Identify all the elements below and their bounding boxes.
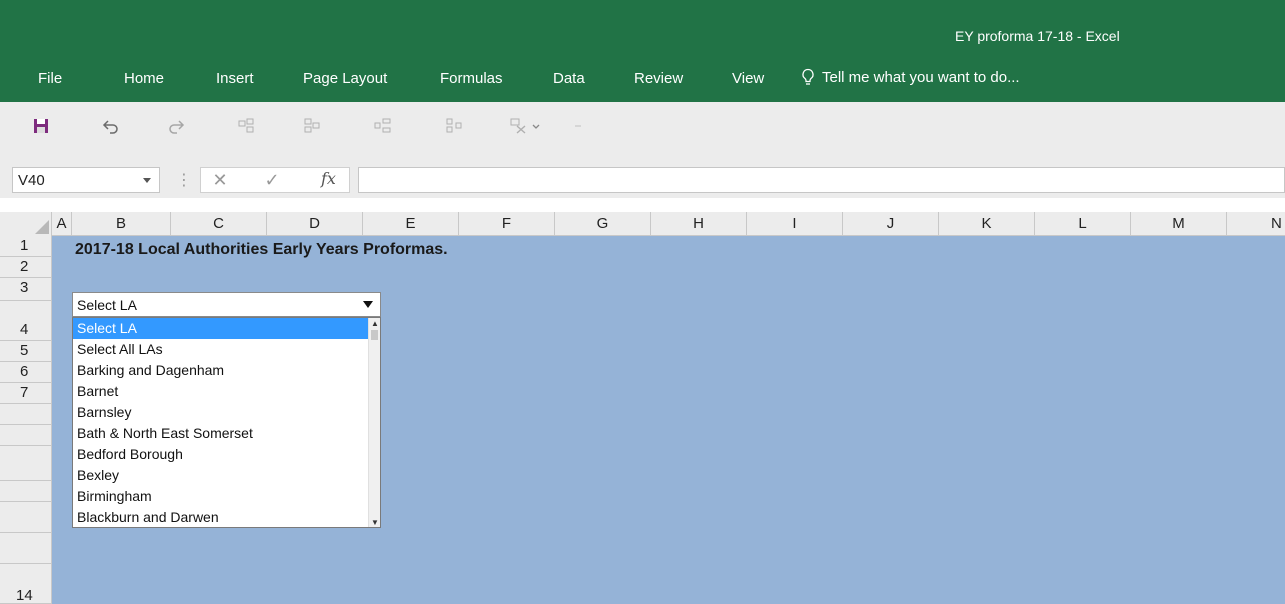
column-header-k[interactable]: K [939, 212, 1035, 236]
list-scrollbar[interactable]: ▲ ▼ [368, 318, 380, 527]
column-header-e[interactable]: E [363, 212, 459, 236]
row-number: 2 [20, 258, 29, 275]
name-box-value: V40 [18, 172, 45, 189]
formula-input[interactable] [358, 167, 1285, 193]
list-item[interactable]: Bexley [73, 465, 369, 486]
quick-access-toolbar [0, 102, 1285, 150]
check-icon[interactable]: ✓ [259, 169, 285, 191]
tab-review[interactable]: Review [634, 70, 683, 87]
formula-buttons: ✕ ✓ fx [200, 167, 350, 193]
list-item[interactable]: Barnet [73, 381, 369, 402]
tab-view[interactable]: View [732, 70, 764, 87]
column-header-h[interactable]: H [651, 212, 747, 236]
select-all-corner[interactable] [0, 212, 52, 236]
row-header-7[interactable]: 7 [0, 383, 52, 404]
combobox-dropdown-button[interactable] [356, 293, 380, 316]
scroll-down-icon[interactable]: ▼ [370, 517, 380, 527]
column-header-n[interactable]: N [1227, 212, 1285, 236]
row-number: 1 [20, 237, 29, 254]
row-header-3[interactable]: 3 [0, 278, 52, 301]
ribbon-tabs: File Home Insert Page Layout Formulas Da… [0, 60, 1285, 102]
row-header-14[interactable]: 14 [0, 564, 52, 604]
insert-rows-icon[interactable] [372, 116, 394, 136]
sheet-title: 2017-18 Local Authorities Early Years Pr… [75, 241, 448, 258]
column-header-n-label: N [1271, 215, 1282, 232]
customize-qat-icon[interactable] [570, 116, 586, 136]
column-header-b[interactable]: B [72, 212, 171, 236]
delete-cells-icon[interactable] [302, 116, 324, 136]
tab-page-layout[interactable]: Page Layout [303, 70, 387, 87]
clear-icon[interactable] [508, 116, 544, 136]
list-item[interactable]: Birmingham [73, 486, 369, 507]
cancel-icon[interactable]: ✕ [207, 169, 233, 191]
list-item[interactable]: Barnsley [73, 402, 369, 423]
tab-file[interactable]: File [38, 70, 62, 87]
save-icon[interactable] [30, 116, 52, 136]
row-header-6[interactable]: 6 [0, 362, 52, 383]
row-header-13[interactable]: 13 [0, 533, 52, 578]
column-header-j[interactable]: J [843, 212, 939, 236]
scroll-thumb[interactable] [371, 330, 378, 340]
column-header-a[interactable]: A [52, 212, 72, 236]
list-item[interactable]: Select LA [73, 318, 369, 339]
tab-insert[interactable]: Insert [216, 70, 254, 87]
insert-function-icon[interactable]: fx [321, 169, 336, 188]
list-item[interactable]: Select All LAs [73, 339, 369, 360]
row-number: 14 [16, 587, 33, 604]
insert-cells-icon[interactable] [236, 116, 258, 136]
row-header-9[interactable]: 9 [0, 425, 52, 463]
row-number: 3 [20, 279, 29, 296]
row-number: 7 [20, 384, 29, 401]
row-number: 4 [20, 321, 29, 338]
tab-home[interactable]: Home [124, 70, 164, 87]
la-options-list[interactable]: Select LA Select All LAs Barking and Dag… [72, 317, 381, 528]
column-header-g[interactable]: G [555, 212, 651, 236]
formula-bar-grip: ⋮ [176, 172, 192, 189]
row-header-11[interactable]: 11 [0, 481, 52, 526]
title-bar: EY proforma 17-18 - Excel [0, 0, 1285, 60]
list-item[interactable]: Blackburn and Darwen [73, 507, 369, 528]
row-header-2[interactable]: 2 [0, 257, 52, 278]
column-header-f[interactable]: F [459, 212, 555, 236]
name-box[interactable]: V40 [12, 167, 160, 193]
column-header-c[interactable]: C [171, 212, 267, 236]
combobox-selected-value: Select LA [77, 297, 137, 313]
window-title: EY proforma 17-18 - Excel [955, 28, 1120, 44]
list-item[interactable]: Bath & North East Somerset [73, 423, 369, 444]
tell-me-box[interactable]: Tell me what you want to do... [800, 68, 1020, 86]
move-cells-icon[interactable] [444, 116, 466, 136]
row-header-10[interactable]: 10 [0, 446, 52, 499]
select-all-triangle-icon [35, 220, 49, 234]
la-select-combobox[interactable]: Select LA [72, 292, 381, 317]
row-number: 6 [20, 363, 29, 380]
column-header-l[interactable]: L [1035, 212, 1131, 236]
tab-data[interactable]: Data [553, 70, 585, 87]
lightbulb-icon [802, 68, 814, 85]
tab-formulas[interactable]: Formulas [440, 70, 503, 87]
row-number: 5 [20, 342, 29, 359]
row-header-1[interactable]: 1 [0, 236, 52, 257]
scroll-up-icon[interactable]: ▲ [370, 318, 380, 328]
row-header-8[interactable]: 8 [0, 404, 52, 442]
tell-me-text: Tell me what you want to do... [822, 68, 1020, 86]
row-header-4[interactable]: 4 [0, 301, 52, 341]
chevron-down-icon [363, 301, 373, 308]
list-item[interactable]: Bedford Borough [73, 444, 369, 465]
row-header-5[interactable]: 5 [0, 341, 52, 362]
column-header-m[interactable]: M [1131, 212, 1227, 236]
column-header-d[interactable]: D [267, 212, 363, 236]
chevron-down-icon[interactable] [143, 178, 151, 183]
redo-icon[interactable] [165, 116, 187, 136]
row-header-12[interactable]: 12 [0, 502, 52, 555]
undo-icon[interactable] [100, 116, 122, 136]
list-item[interactable]: Barking and Dagenham [73, 360, 369, 381]
column-header-i[interactable]: I [747, 212, 843, 236]
